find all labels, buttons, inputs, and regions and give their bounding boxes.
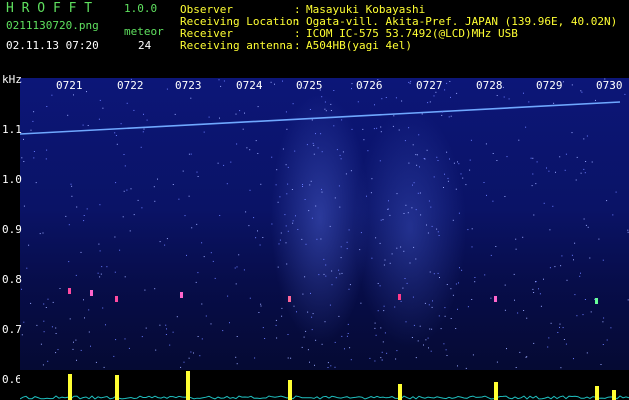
spectrum-peak — [398, 384, 402, 400]
y-tick-label-0-8: 0.8 — [2, 273, 22, 286]
time-label: 0727 — [416, 79, 443, 92]
antenna-label: Receiving antenna — [180, 39, 293, 52]
app-version: 1.0.0 — [124, 2, 158, 15]
spectrum-peak — [68, 374, 72, 400]
time-label: 0722 — [117, 79, 144, 92]
time-label: 0724 — [236, 79, 263, 92]
time-label: 0729 — [536, 79, 563, 92]
y-tick-label-0-6: 0.6 — [2, 373, 22, 386]
y-tick-label-1-1: 1.1 — [2, 123, 22, 136]
meteor-echo — [68, 288, 71, 294]
spectrum-peak — [612, 390, 616, 400]
meteor-count: 24 — [138, 39, 152, 52]
noise-floor-line — [20, 395, 629, 400]
y-tick-label-0-7: 0.7 — [2, 323, 22, 336]
axis-unit: kHz — [2, 73, 22, 86]
time-label: 0728 — [476, 79, 503, 92]
meteor-spectrum-strip — [20, 370, 629, 400]
time-label: 0723 — [175, 79, 202, 92]
meteor-echo — [180, 292, 183, 298]
meteor-label: meteor — [124, 25, 164, 38]
carrier-tone-line — [20, 101, 621, 135]
meteor-echo — [398, 294, 401, 300]
spectrum-peak — [186, 371, 190, 400]
antenna-sep: : — [294, 39, 301, 52]
spectrum-peak — [494, 382, 498, 400]
meteor-echo — [494, 296, 497, 302]
y-tick-label-1-0: 1.0 — [2, 173, 22, 186]
time-label: 0730 — [596, 79, 623, 92]
hrofft-window: H R O F F T 1.0.0 0211130720.png meteor … — [0, 0, 629, 400]
meteor-echo — [595, 298, 598, 304]
spectrum-peak — [288, 380, 292, 400]
spectrogram-waterfall — [20, 78, 629, 370]
antenna-value: A504HB(yagi 4el) — [306, 39, 412, 52]
file-name: 0211130720.png — [6, 19, 99, 32]
app-title: H R O F F T — [6, 1, 93, 16]
spectrum-bars — [20, 371, 629, 400]
spectrogram-overlay — [20, 78, 629, 369]
spectrum-peak — [115, 375, 119, 400]
y-tick-label-0-9: 0.9 — [2, 223, 22, 236]
meteor-echo — [288, 296, 291, 302]
date-time: 02.11.13 07:20 — [6, 39, 99, 52]
meteor-echo — [90, 290, 93, 296]
time-label: 0721 — [56, 79, 83, 92]
time-label: 0725 — [296, 79, 323, 92]
spectrum-peak — [595, 386, 599, 400]
meteor-echo — [115, 296, 118, 302]
time-label: 0726 — [356, 79, 383, 92]
